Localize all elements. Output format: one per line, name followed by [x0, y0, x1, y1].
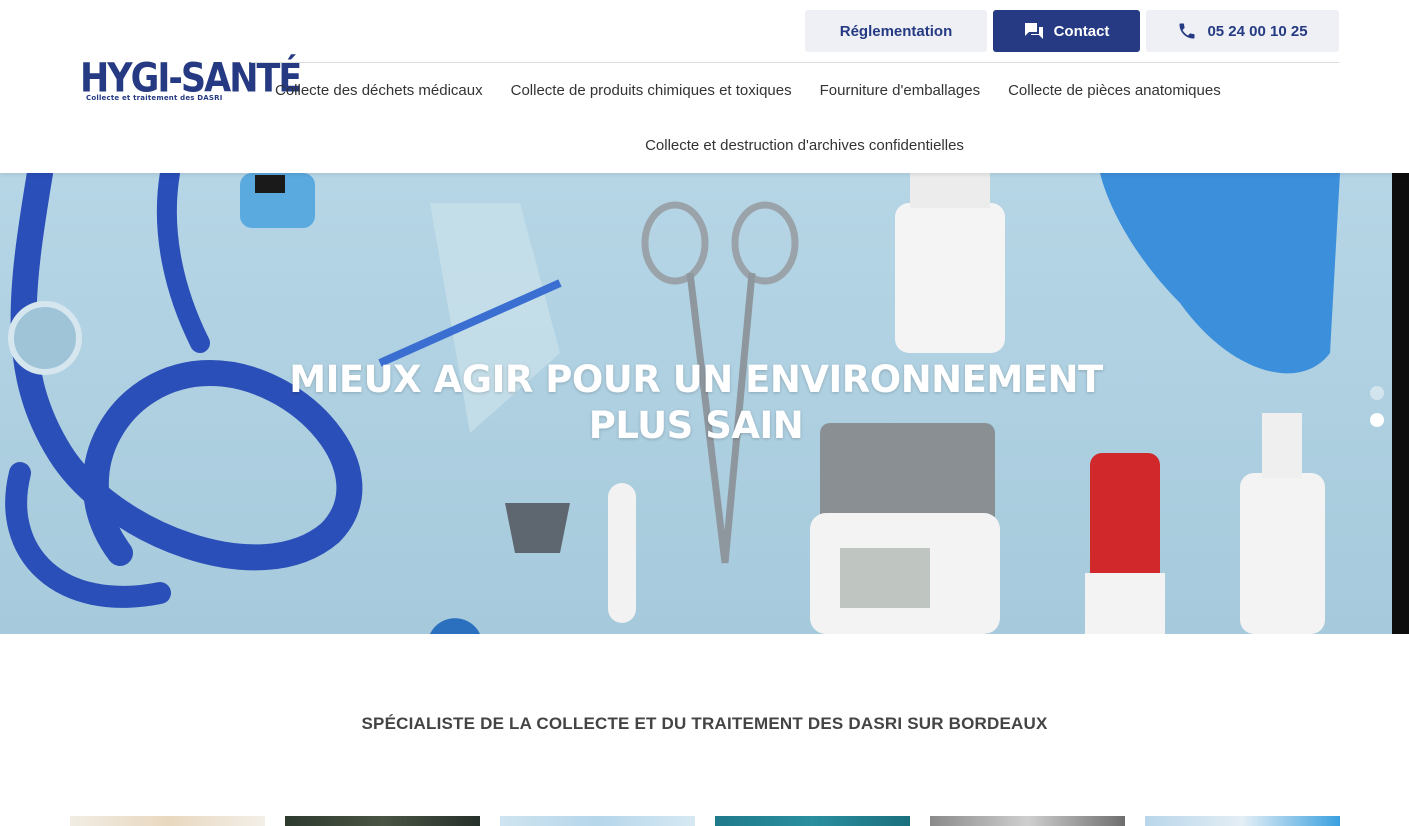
logo-tagline: Collecte et traitement des DASRI — [86, 94, 223, 102]
slider-dot-1[interactable] — [1370, 386, 1384, 400]
main-nav: Collecte des déchets médicaux Collecte d… — [261, 82, 1235, 99]
nav-divider — [251, 62, 1339, 63]
service-thumbnail[interactable] — [70, 816, 265, 826]
top-buttons: Réglementation Contact 05 24 00 10 25 — [805, 10, 1339, 52]
service-thumbnail[interactable] — [715, 816, 910, 826]
slider-dot-2-active[interactable] — [1370, 413, 1384, 427]
service-thumbnail[interactable] — [500, 816, 695, 826]
main-nav-row-2: Collecte et destruction d'archives confi… — [0, 137, 1409, 155]
hero-slider: MIEUX AGIR POUR UN ENVIRONNEMENT PLUS SA… — [0, 173, 1392, 634]
phone-label: 05 24 00 10 25 — [1207, 22, 1308, 40]
nav-item-emballages[interactable]: Fourniture d'emballages — [806, 82, 994, 99]
nav-item-dechets-medicaux[interactable]: Collecte des déchets médicaux — [261, 82, 497, 99]
service-thumbnail[interactable] — [1145, 816, 1340, 826]
phone-icon — [1179, 23, 1195, 39]
service-thumbnail[interactable] — [930, 816, 1125, 826]
hero-title: MIEUX AGIR POUR UN ENVIRONNEMENT PLUS SA… — [0, 357, 1392, 449]
nav-item-archives-confidentielles[interactable]: Collecte et destruction d'archives confi… — [645, 137, 964, 154]
service-thumbnails — [70, 816, 1340, 826]
nav-item-pieces-anatomiques[interactable]: Collecte de pièces anatomiques — [994, 82, 1235, 99]
hero-edge — [1392, 173, 1409, 634]
phone-button[interactable]: 05 24 00 10 25 — [1146, 10, 1339, 52]
nav-item-produits-chimiques[interactable]: Collecte de produits chimiques et toxiqu… — [497, 82, 806, 99]
hero-title-line-2: PLUS SAIN — [588, 404, 804, 447]
logo[interactable]: HYGI-SANTÉ Collecte et traitement des DA… — [80, 56, 302, 106]
reglementation-button[interactable]: Réglementation — [805, 10, 987, 52]
section-tagline: SPÉCIALISTE DE LA COLLECTE ET DU TRAITEM… — [361, 714, 1048, 733]
contact-button[interactable]: Contact — [993, 10, 1140, 52]
hero-title-line-1: MIEUX AGIR POUR UN ENVIRONNEMENT — [289, 358, 1103, 401]
site-header: HYGI-SANTÉ Collecte et traitement des DA… — [0, 0, 1409, 173]
chat-icon — [1024, 23, 1043, 39]
reglementation-label: Réglementation — [839, 22, 953, 40]
service-thumbnail[interactable] — [285, 816, 480, 826]
contact-label: Contact — [1053, 22, 1110, 40]
